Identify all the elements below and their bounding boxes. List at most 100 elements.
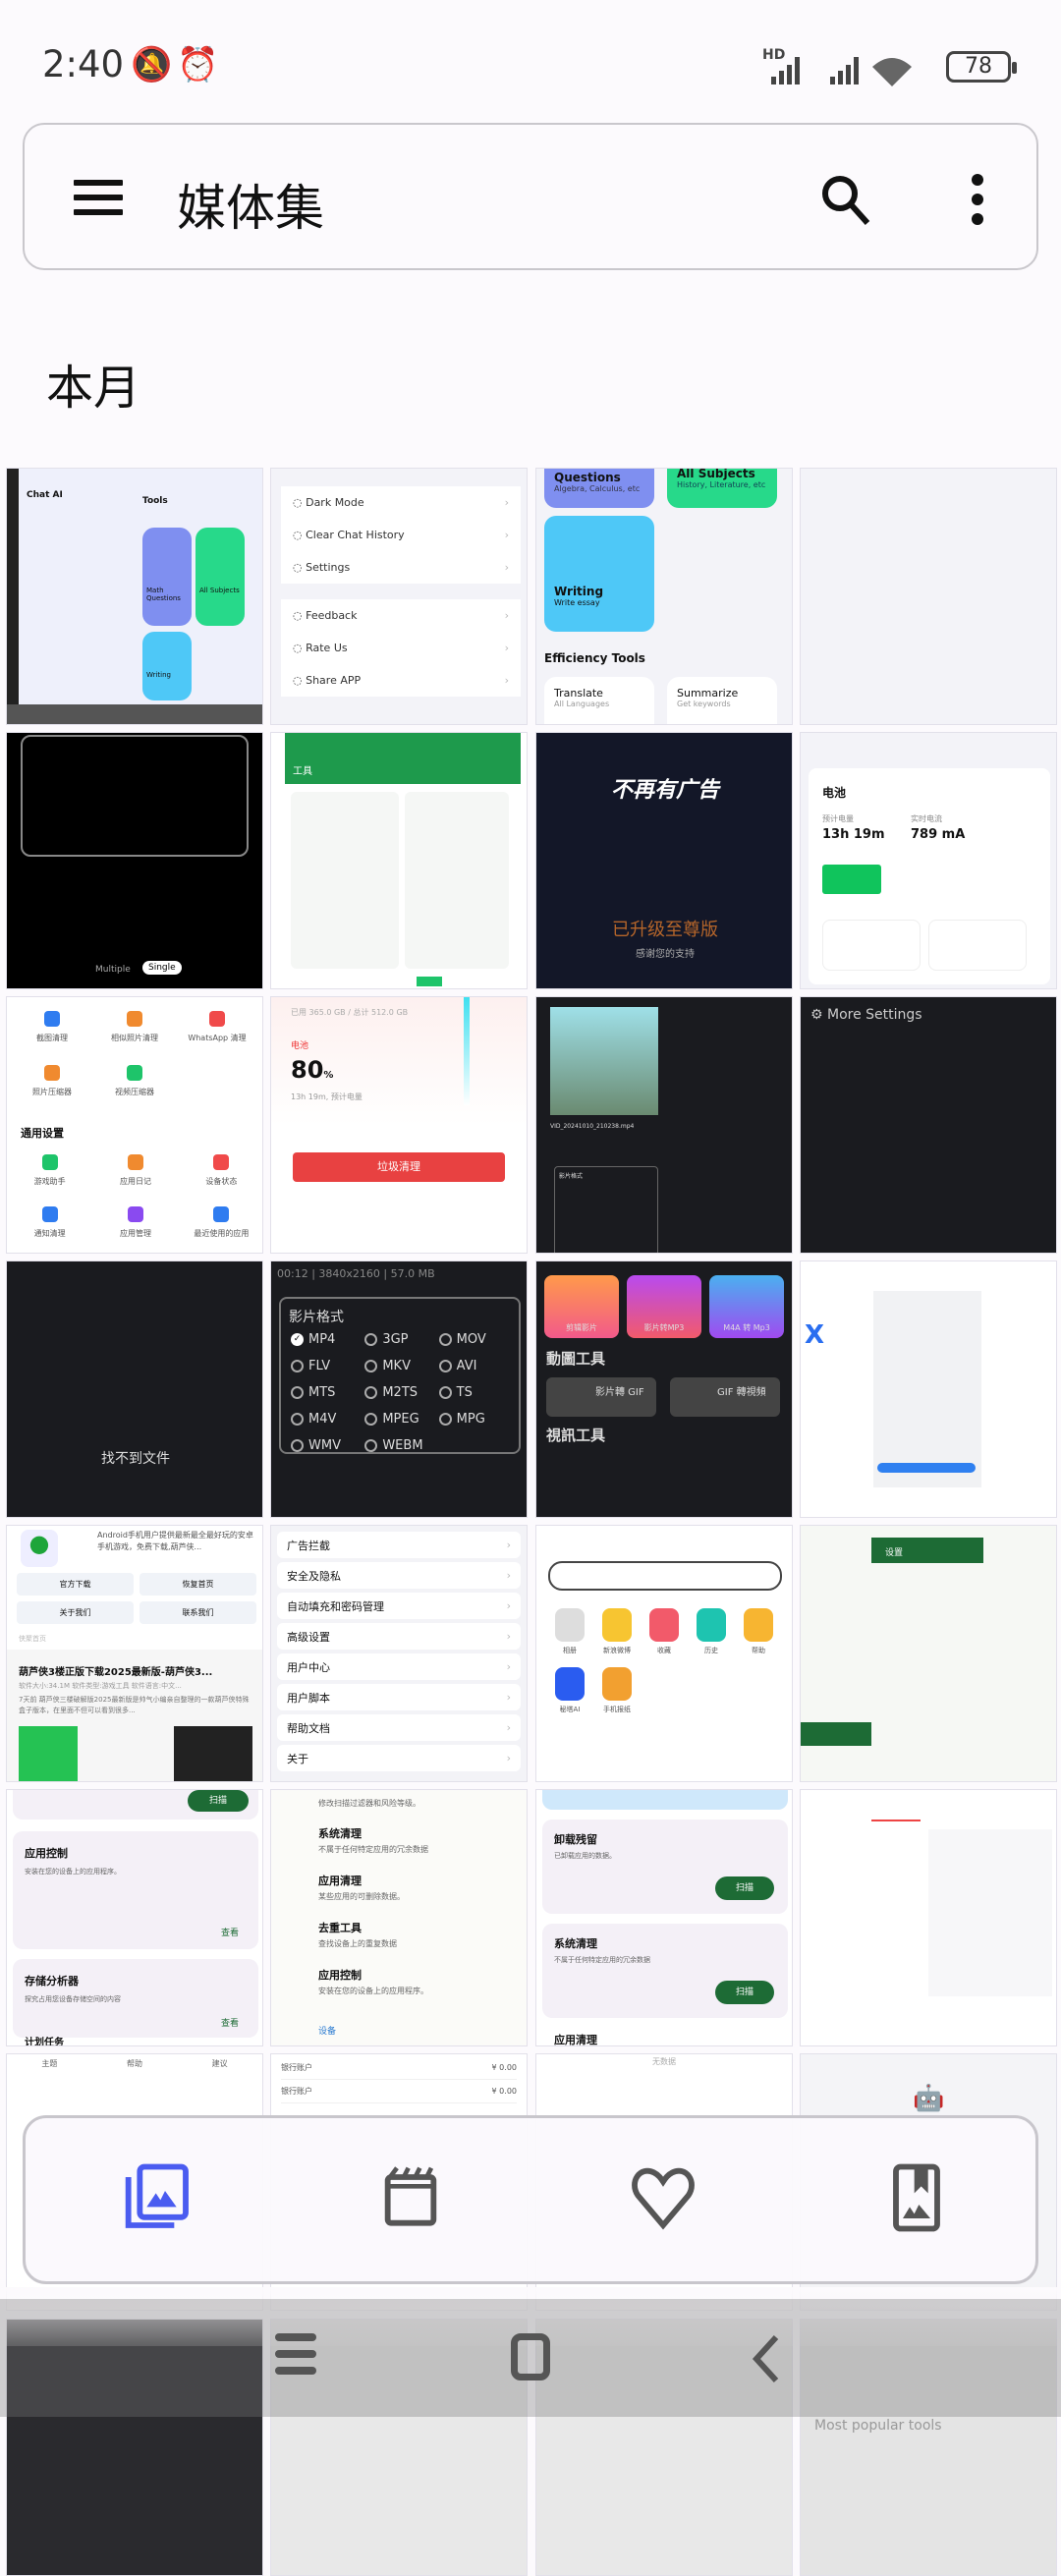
thumb-row: ◌ Feedback › (281, 599, 521, 632)
thumb-text: 收藏 (657, 1647, 671, 1654)
thumb-text: 历史 (704, 1647, 718, 1654)
media-thumbnail[interactable] (800, 1789, 1057, 2046)
shortcut-icon (602, 1608, 632, 1642)
thumb-text: 某些应用的可删除数据。 (318, 1892, 405, 1901)
media-thumbnail[interactable]: 工具 (270, 732, 528, 989)
thumb-text: 找不到文件 (101, 1451, 170, 1467)
thumb-text: 通用设置 (21, 1127, 64, 1140)
radio-icon (291, 1413, 304, 1426)
tool-tile: 影片转MP3 (627, 1275, 701, 1338)
thumb-row: 应用清理 某些应用的可删除数据。 (318, 1873, 525, 1920)
thumb-text: 手机报纸 (603, 1706, 631, 1713)
more-options-icon[interactable] (968, 172, 987, 227)
thumb-text: M4V (308, 1412, 337, 1427)
thumb-text: MKV (382, 1359, 411, 1373)
media-thumbnail[interactable]: VID_20241010_210238.mp4 影片格式 (535, 996, 793, 1254)
thumb-text: 应用清理 (554, 2034, 597, 2046)
thumb-text: 00:12 | 3840x2160 | 57.0 MB (277, 1267, 435, 1280)
format-option: TS (438, 1385, 509, 1400)
media-thumbnail[interactable] (800, 468, 1057, 725)
media-thumbnail[interactable]: ⚙ More Settings (800, 996, 1057, 1254)
thumb-app-item: 应用管理 (92, 1206, 178, 1239)
thumb-button: 恢复首页 (140, 1573, 256, 1596)
thumb-text: 13h 19m, 预计电量 (291, 1092, 363, 1101)
favorites-icon[interactable] (629, 2163, 698, 2232)
chevron-icon: › (506, 1539, 511, 1551)
media-thumbnail[interactable]: 00:12 | 3840x2160 | 57.0 MB 影片格式 ✓ MP4 3GP… (270, 1260, 528, 1518)
thumb-text: 感谢您的支持 (636, 949, 695, 960)
recent-apps-button[interactable] (275, 2333, 316, 2375)
thumb-text: ◌ Feedback (293, 609, 358, 622)
thumb-text: Writing (142, 632, 192, 700)
thumb-text: 相似照片清理 (111, 1034, 158, 1042)
media-thumbnail[interactable]: 剪辑影片 影片转MP3 M4A 转 Mp3 動圖工具 影片轉 GIF GIF 轉視頻… (535, 1260, 793, 1518)
media-thumbnail[interactable]: Questions Algebra, Calculus, etc All Subj… (535, 468, 793, 725)
media-thumbnail[interactable]: ◌ Dark Mode › ◌ Clear Chat History › ◌ Setti… (270, 468, 528, 725)
thumb-text: VID_20241010_210238.mp4 (550, 1123, 635, 1130)
media-thumbnail[interactable]: 电池 预计电量 13h 19m 实时电流 789 mA (800, 732, 1057, 989)
thumb-text: WEBM (382, 1438, 423, 1453)
format-option: M4V (291, 1412, 361, 1427)
thumb-app-item: 视频压缩器 (93, 1065, 176, 1097)
shortcut-icon (744, 1608, 773, 1642)
thumb-row: ◌ Clear Chat History › (281, 519, 521, 551)
media-thumbnail[interactable]: 扫描 应用控制 安装在您的设备上的应用程序。 查看 存储分析器 探究占用您设备存… (6, 1789, 263, 2046)
media-thumbnail[interactable]: 不再有广告 已升级至尊版 感谢您的支持 (535, 732, 793, 989)
thumb-text: 帮助文档 (287, 1721, 330, 1735)
media-thumbnail[interactable]: 找不到文件 (6, 1260, 263, 1518)
thumb-text: 已升级至尊版 (612, 920, 718, 940)
thumb-text: 扫描 (188, 1790, 249, 1812)
media-thumbnail[interactable]: 截图清理 相似照片清理 WhatsApp 清理 照片压缩器 视频压缩器 通用设置 游戏助… (6, 996, 263, 1254)
media-thumbnail[interactable]: 相册 新浪微博 收藏 历史 帮助 秘塔AI 手机报纸 (535, 1525, 793, 1782)
thumb-text: MTS (308, 1385, 336, 1400)
system-navigation-bar (0, 2299, 1061, 2417)
chevron-icon: › (506, 1660, 511, 1673)
thumb-text: 广告拦截 (287, 1539, 330, 1552)
thumb-text: 安全及隐私 (287, 1569, 341, 1583)
alarm-icon: ⏰ (177, 45, 219, 84)
media-thumbnail[interactable]: X (800, 1260, 1057, 1518)
thumb-text: Android手机用户提供最新最全最好玩的安卓手机游戏，免费下载,葫芦侠... (97, 1531, 253, 1551)
thumb-text: 帮助 (126, 2059, 142, 2068)
thumb-text: ◌ Dark Mode (293, 496, 364, 509)
home-button[interactable] (511, 2333, 550, 2380)
thumb-text: 影片格式 (554, 1166, 658, 1253)
chevron-icon: › (506, 1569, 511, 1582)
robot-icon: 🤖 (913, 2084, 945, 2113)
thumb-app-item: 照片压缩器 (11, 1065, 93, 1097)
thumb-text: 影片轉 GIF (546, 1377, 656, 1417)
thumb-text: 工具 (285, 733, 521, 784)
media-thumbnail[interactable]: 修改扫描过滤器和风险等级。 系统清理 不属于任何特定应用的冗余数据 应用清理 某些应用… (270, 1789, 528, 2046)
media-thumbnail[interactable]: 已用 365.0 GB / 总计 512.0 GB 电池 80% 13h 19m… (270, 996, 528, 1254)
chevron-icon: › (506, 1721, 511, 1734)
thumb-text: 13h 19m (822, 827, 885, 842)
thumb-text: 已用 365.0 GB / 总计 512.0 GB (291, 1008, 409, 1017)
thumb-text: 视频压缩器 (115, 1088, 154, 1096)
album-icon[interactable] (882, 2163, 951, 2232)
thumb-row: 银行账户 ¥ 0.00 (281, 2056, 517, 2080)
thumb-text: 秘塔AI (559, 1706, 581, 1713)
thumb-text: 高级设置 (287, 1630, 330, 1644)
back-button[interactable] (747, 2333, 786, 2384)
chevron-icon: › (506, 1691, 511, 1704)
videos-icon[interactable] (376, 2163, 445, 2232)
browser-shortcut: 相册 (546, 1608, 593, 1655)
photos-icon[interactable] (124, 2163, 193, 2232)
media-thumbnail[interactable]: 设置 (800, 1525, 1057, 1782)
search-icon[interactable] (818, 172, 873, 227)
browser-shortcut: 秘塔AI (546, 1667, 593, 1714)
media-thumbnail[interactable]: ● Android手机用户提供最新最全最好玩的安卓手机游戏，免费下载,葫芦侠..… (6, 1525, 263, 1782)
thumb-text: 查看 (220, 1929, 239, 1938)
media-thumbnail[interactable]: Chat AI Tools Math Questions All Subject… (6, 468, 263, 725)
format-option: MKV (364, 1359, 434, 1373)
menu-button[interactable] (74, 180, 123, 215)
thumb-row: 银行账户 ¥ 0.00 (281, 2080, 517, 2103)
thumb-row: 安全及隐私 › (277, 1562, 521, 1589)
media-thumbnail[interactable]: 广告拦截 › 安全及隐私 › 自动填充和密码管理 › 高级设置 › 用户中心 › 用户脚本 › 帮助文档… (270, 1525, 528, 1782)
thumb-text: 通知清理 (33, 1229, 66, 1238)
media-thumbnail[interactable]: Multiple Single (6, 732, 263, 989)
chevron-icon: › (506, 1599, 511, 1612)
thumb-text: 扫描 (715, 1981, 774, 2004)
media-thumbnail[interactable]: 卸载残留 已卸载应用的数据。 扫描 系统清理 不属于任何特定应用的冗余数据 扫描… (535, 1789, 793, 2046)
thumb-app-item: 最近使用的应用 (179, 1206, 262, 1239)
